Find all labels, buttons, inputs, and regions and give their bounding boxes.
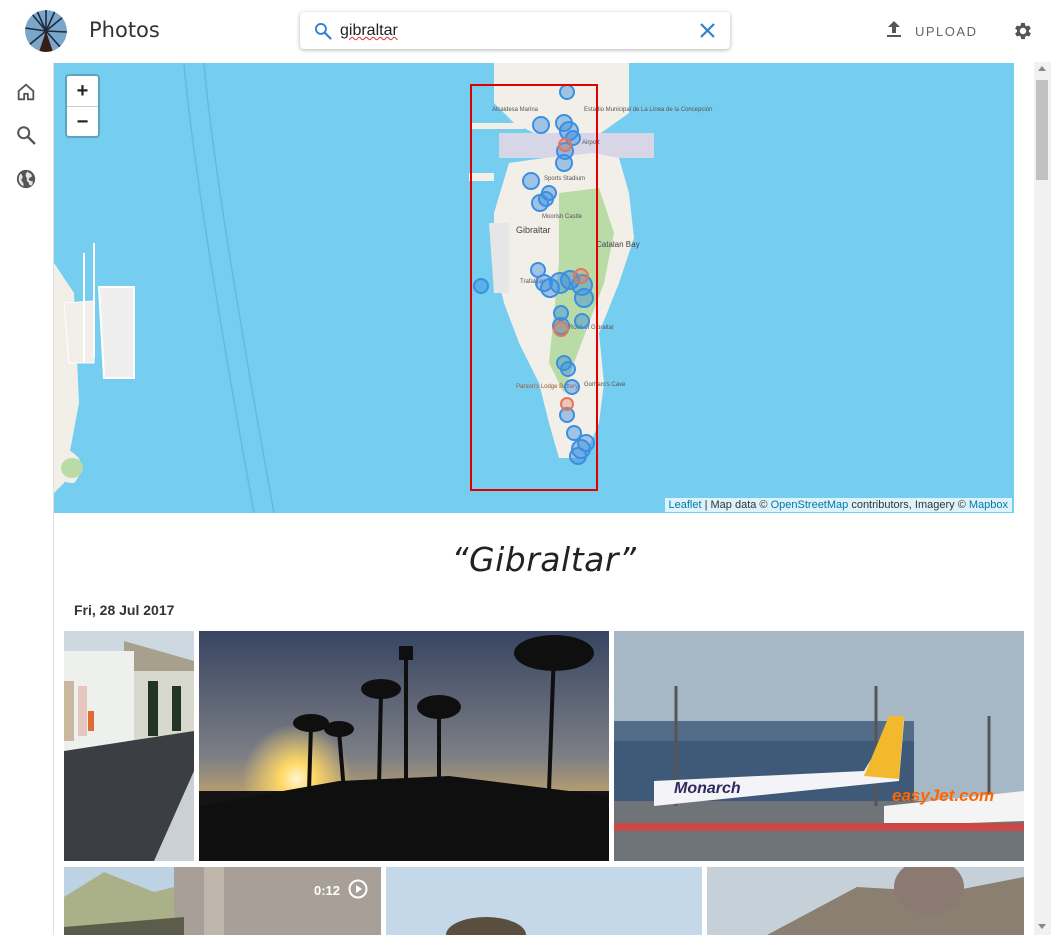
map-tiles: Gibraltar Catalan Bay Moorish Castle Par… <box>54 63 712 513</box>
leaflet-link[interactable]: Leaflet <box>669 499 702 511</box>
photo-monkey-sky-image <box>386 867 702 935</box>
map-label-stadium: Sports Stadium <box>544 176 585 182</box>
photo-thumbnail[interactable] <box>707 867 1024 935</box>
sidebar <box>0 62 54 935</box>
search-icon[interactable] <box>15 124 37 146</box>
map-label-gorhams-cave: Gorham's Cave <box>584 382 626 388</box>
search-box[interactable]: gibraltar <box>300 12 730 49</box>
map-label-moorish-castle: Moorish Castle <box>542 214 583 220</box>
video-duration-text: 0:12 <box>314 883 341 898</box>
clear-search-icon[interactable] <box>699 22 716 44</box>
photo-border-crossing-image <box>64 631 194 861</box>
photo-thumbnail[interactable] <box>199 631 609 861</box>
photo-airport-planes-image: Monarch easyJet.com <box>614 631 1024 861</box>
scroll-up-arrow-icon[interactable] <box>1038 66 1046 71</box>
scrollbar-thumb[interactable] <box>1036 80 1048 180</box>
upload-icon <box>885 19 903 44</box>
zoom-control: + − <box>65 74 100 138</box>
page-scrollbar[interactable] <box>1034 62 1051 935</box>
date-group-label: Fri, 28 Jul 2017 <box>74 602 175 618</box>
play-circle-icon <box>348 879 368 902</box>
map-label-catalan-bay: Catalan Bay <box>596 240 640 249</box>
top-bar: Photos gibraltar UPLOAD <box>0 0 1051 62</box>
video-thumbnail[interactable]: 0:12 <box>64 867 381 935</box>
search-input[interactable]: gibraltar <box>340 22 398 40</box>
svg-text:easyJet.com: easyJet.com <box>892 786 994 805</box>
scroll-down-arrow-icon[interactable] <box>1038 924 1046 929</box>
photo-monkey-closeup-image <box>707 867 1024 935</box>
upload-button[interactable]: UPLOAD <box>885 20 977 42</box>
osm-link[interactable]: OpenStreetMap <box>771 499 849 511</box>
photo-thumbnail[interactable] <box>64 631 194 861</box>
attribution-text-1: | Map data © <box>701 499 771 511</box>
photo-sunset-palms-image <box>199 631 609 861</box>
home-icon[interactable] <box>15 81 37 103</box>
map-label-estadio: Estadio Municipal de La Línea de la Conc… <box>584 107 712 113</box>
map-label-gibraltar: Gibraltar <box>516 225 551 235</box>
results-title: “Gibraltar” <box>451 540 637 579</box>
upload-label: UPLOAD <box>915 23 978 39</box>
map-view[interactable]: Gibraltar Catalan Bay Moorish Castle Par… <box>54 63 1014 513</box>
photo-thumbnail[interactable]: Monarch easyJet.com <box>614 631 1024 861</box>
zoom-out-button[interactable]: − <box>67 107 98 137</box>
mapbox-link[interactable]: Mapbox <box>969 499 1008 511</box>
search-icon <box>313 21 333 46</box>
attribution-text-2: contributors, Imagery © <box>848 499 969 511</box>
zoom-in-button[interactable]: + <box>67 76 98 107</box>
video-duration: 0:12 <box>314 879 368 902</box>
svg-text:Monarch: Monarch <box>674 780 741 797</box>
app-logo[interactable] <box>25 10 67 52</box>
app-title: Photos <box>89 18 160 42</box>
map-attribution: Leaflet | Map data © OpenStreetMap contr… <box>664 498 1012 512</box>
map-label-alcaidesa: Alcaidesa Marina <box>492 107 539 113</box>
settings-gear-icon[interactable] <box>1012 20 1034 47</box>
globe-icon[interactable] <box>15 168 37 190</box>
photo-thumbnail[interactable] <box>386 867 702 935</box>
